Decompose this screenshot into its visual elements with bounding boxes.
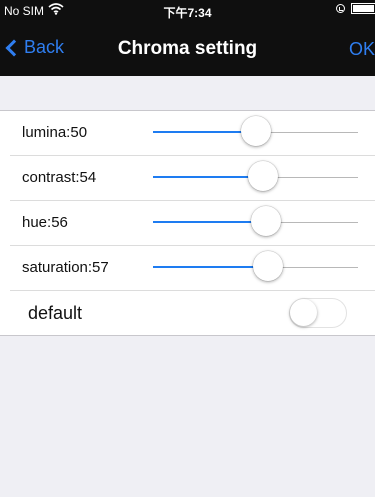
page-title: Chroma setting bbox=[117, 38, 258, 59]
orientation-lock-icon bbox=[336, 4, 345, 13]
slider-row-hue: hue:56 bbox=[10, 201, 375, 246]
status-time: 下午7:34 bbox=[163, 6, 212, 20]
header: No SIM 下午7:34 Back Chroma setting OK bbox=[0, 0, 375, 76]
settings-list: lumina:50 contrast:54 hue:56 saturation:… bbox=[0, 110, 375, 336]
ok-button[interactable]: OK bbox=[349, 39, 375, 60]
saturation-label: saturation:57 bbox=[22, 259, 109, 276]
slider-row-contrast: contrast:54 bbox=[10, 156, 375, 201]
toggle-knob bbox=[290, 299, 317, 326]
slider-row-saturation: saturation:57 bbox=[10, 246, 375, 291]
lumina-slider[interactable] bbox=[153, 111, 358, 155]
default-toggle[interactable] bbox=[289, 298, 347, 328]
lumina-label: lumina:50 bbox=[22, 124, 88, 141]
contrast-slider[interactable] bbox=[153, 156, 358, 200]
saturation-slider[interactable] bbox=[153, 246, 358, 290]
contrast-label: contrast:54 bbox=[22, 169, 97, 186]
battery-icon bbox=[351, 3, 375, 14]
hue-slider-thumb[interactable] bbox=[251, 206, 281, 236]
slider-row-lumina: lumina:50 bbox=[10, 111, 375, 156]
default-label: default bbox=[28, 303, 83, 323]
contrast-slider-thumb[interactable] bbox=[247, 161, 278, 191]
default-row: default bbox=[10, 291, 375, 335]
hue-label: hue:56 bbox=[22, 214, 68, 231]
lumina-slider-thumb[interactable] bbox=[240, 116, 271, 146]
hue-slider[interactable] bbox=[153, 201, 358, 245]
navigation-bar: Back Chroma setting OK bbox=[0, 26, 375, 74]
saturation-slider-thumb[interactable] bbox=[252, 251, 283, 281]
status-indicators bbox=[336, 3, 375, 14]
status-bar: No SIM 下午7:34 bbox=[0, 0, 375, 22]
